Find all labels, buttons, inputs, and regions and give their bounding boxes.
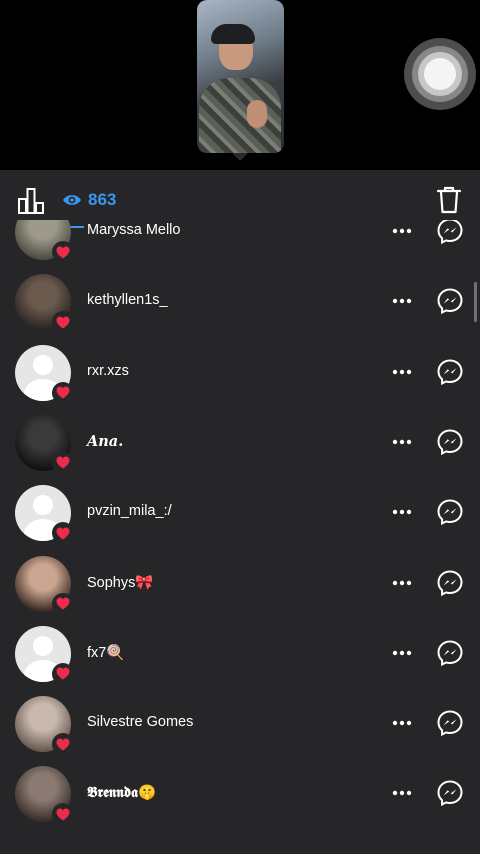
- messenger-icon[interactable]: [436, 428, 464, 456]
- heart-badge: [52, 592, 74, 615]
- heart-badge: [52, 803, 74, 826]
- more-dots-icon[interactable]: [388, 501, 416, 523]
- messenger-icon[interactable]: [436, 569, 464, 597]
- bar-chart-icon[interactable]: [17, 187, 45, 215]
- assistive-touch-button[interactable]: [404, 38, 476, 110]
- heart-badge: [52, 662, 74, 685]
- more-dots-icon[interactable]: [388, 572, 416, 594]
- story-figure-hand: [247, 100, 267, 128]
- avatar-container[interactable]: [15, 696, 74, 756]
- viewers-sheet: 863 Maryssa Mello kethyllen1s_ rxr.xzs 𝑨…: [0, 170, 480, 854]
- story-preview-pointer: [232, 153, 248, 161]
- viewer-row[interactable]: 𝑨𝒏𝒂.: [0, 407, 480, 477]
- heart-icon: [56, 597, 70, 610]
- heart-icon: [56, 808, 70, 821]
- heart-icon: [56, 738, 70, 751]
- viewer-username[interactable]: kethyllen1s_: [87, 292, 168, 308]
- viewer-username[interactable]: 𝕭𝖗𝖊𝖓𝖓𝖉𝖆🤫: [87, 784, 156, 801]
- viewer-row[interactable]: Sophys🎀: [0, 548, 480, 618]
- view-count[interactable]: 863: [62, 190, 116, 210]
- messenger-icon[interactable]: [436, 220, 464, 245]
- more-dots-icon[interactable]: [388, 712, 416, 734]
- more-dots-icon[interactable]: [388, 361, 416, 383]
- heart-badge: [52, 381, 74, 404]
- heart-icon: [56, 667, 70, 680]
- heart-badge: [52, 241, 74, 263]
- avatar-container[interactable]: [15, 766, 74, 826]
- viewer-row[interactable]: Silvestre Gomes: [0, 688, 480, 758]
- story-figure-cap: [211, 24, 255, 44]
- heart-icon: [56, 386, 70, 399]
- more-dots-icon[interactable]: [388, 431, 416, 453]
- avatar-container[interactable]: [15, 485, 74, 545]
- more-dots-icon[interactable]: [388, 782, 416, 804]
- viewer-row[interactable]: Maryssa Mello: [0, 220, 480, 266]
- heart-badge: [52, 522, 74, 545]
- viewer-username[interactable]: pvzin_mila_:/: [87, 503, 172, 519]
- avatar-container[interactable]: [15, 625, 74, 685]
- avatar-container[interactable]: [15, 220, 74, 263]
- avatar-container[interactable]: [15, 555, 74, 615]
- viewer-username[interactable]: 𝑨𝒏𝒂.: [87, 433, 123, 450]
- messenger-icon[interactable]: [436, 639, 464, 667]
- heart-icon: [56, 456, 70, 469]
- scrollbar[interactable]: [474, 282, 477, 322]
- view-count-value: 863: [88, 190, 117, 209]
- more-dots-icon[interactable]: [388, 290, 416, 312]
- viewers-list[interactable]: Maryssa Mello kethyllen1s_ rxr.xzs 𝑨𝒏𝒂. …: [0, 220, 480, 854]
- viewer-username[interactable]: Sophys🎀: [87, 574, 153, 591]
- viewer-username[interactable]: fx7🍭: [87, 644, 124, 661]
- trash-icon[interactable]: [436, 185, 462, 215]
- messenger-icon[interactable]: [436, 287, 464, 315]
- heart-icon: [56, 527, 70, 540]
- viewer-row[interactable]: kethyllen1s_: [0, 266, 480, 336]
- avatar-container[interactable]: [15, 344, 74, 404]
- more-dots-icon[interactable]: [388, 220, 416, 242]
- heart-badge: [52, 733, 74, 756]
- heart-badge: [52, 451, 74, 474]
- heart-icon: [56, 246, 70, 258]
- avatar-container[interactable]: [15, 414, 74, 474]
- messenger-icon[interactable]: [436, 779, 464, 807]
- heart-icon: [56, 316, 70, 329]
- avatar-container[interactable]: [15, 274, 74, 334]
- story-preview[interactable]: [197, 0, 284, 153]
- messenger-icon[interactable]: [436, 498, 464, 526]
- viewer-row[interactable]: fx7🍭: [0, 618, 480, 688]
- viewer-username[interactable]: Silvestre Gomes: [87, 714, 193, 730]
- more-dots-icon[interactable]: [388, 642, 416, 664]
- viewer-username[interactable]: rxr.xzs: [87, 363, 129, 379]
- viewer-row[interactable]: pvzin_mila_:/: [0, 477, 480, 547]
- eye-icon: [63, 195, 81, 205]
- messenger-icon[interactable]: [436, 709, 464, 737]
- viewer-row[interactable]: rxr.xzs: [0, 337, 480, 407]
- heart-badge: [52, 311, 74, 334]
- messenger-icon[interactable]: [436, 358, 464, 386]
- story-figure-body: [199, 78, 281, 153]
- viewer-row[interactable]: 𝕭𝖗𝖊𝖓𝖓𝖉𝖆🤫: [0, 758, 480, 828]
- viewer-username[interactable]: Maryssa Mello: [87, 222, 180, 238]
